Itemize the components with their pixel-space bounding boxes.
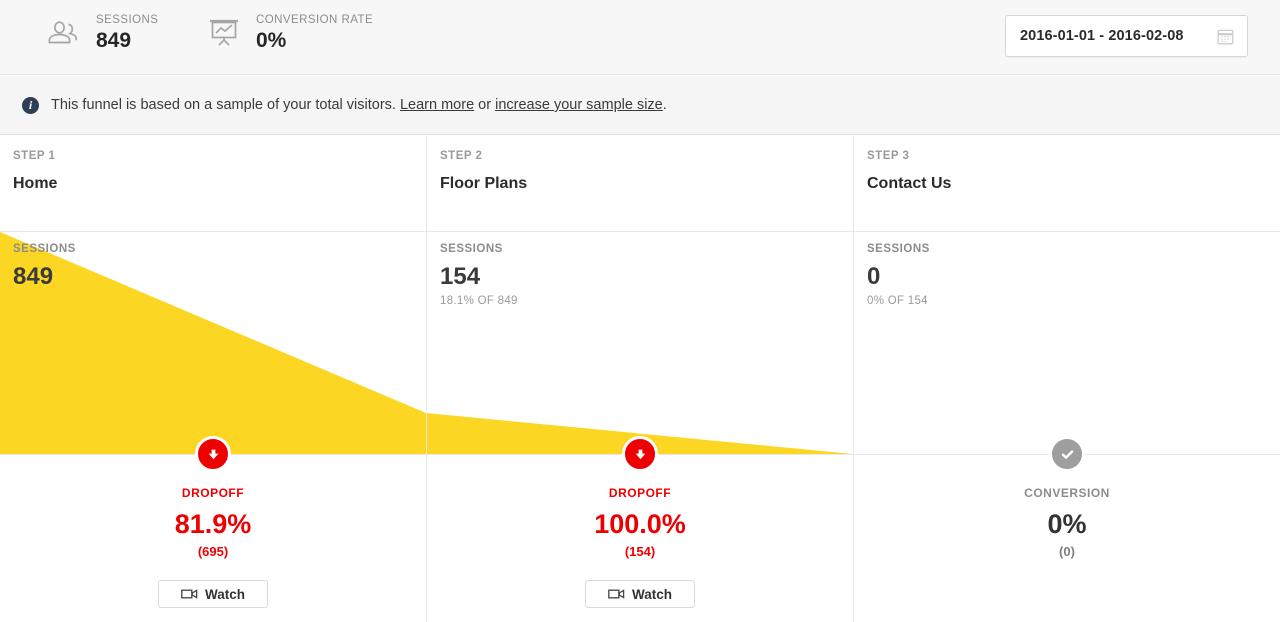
step-2-number: STEP 2: [440, 150, 483, 162]
info-icon: i: [22, 96, 39, 114]
step-3-sessions-sub: 0% OF 154: [867, 295, 928, 307]
step-2-dropoff-label: DROPOFF: [608, 486, 672, 500]
top-metrics-bar: SESSIONS 849 CONVERSION RATE 0% 2016-01-…: [0, 0, 1280, 75]
step-2-sessions-block: SESSIONS 154 18.1% OF 849: [440, 243, 518, 307]
funnel-step-3: STEP 3 Contact Us SESSIONS 0 0% OF 154 C…: [854, 136, 1280, 622]
increase-sample-size-link[interactable]: increase your sample size: [495, 97, 663, 113]
step-2-dropoff-count: (154): [624, 544, 656, 559]
step-3-conversion-percent: 0%: [1047, 509, 1087, 539]
banner-text-before: This funnel is based on a sample of your…: [51, 97, 396, 113]
date-range-value: 2016-01-01 - 2016-02-08: [1020, 28, 1184, 44]
arrow-down-icon: [622, 436, 658, 472]
step-1-watch-label: Watch: [205, 586, 245, 602]
step-1-name: Home: [13, 175, 58, 192]
metric-sessions: SESSIONS 849: [38, 10, 158, 56]
step-2-sessions-sub: 18.1% OF 849: [440, 295, 518, 307]
step-3-conversion-count: (0): [1059, 544, 1075, 559]
date-range-picker[interactable]: 2016-01-01 - 2016-02-08: [1005, 15, 1248, 57]
learn-more-link[interactable]: Learn more: [400, 97, 474, 113]
calendar-icon[interactable]: [1217, 28, 1234, 45]
step-3-header: STEP 3 Contact Us: [867, 150, 951, 193]
step-2-dropoff-block: DROPOFF 100.0% (154): [427, 436, 853, 559]
metric-conversion-rate: CONVERSION RATE 0%: [198, 10, 373, 56]
funnel-body: STEP 1 Home SESSIONS 849 DROPOFF 81.9% (…: [0, 136, 1280, 622]
step-2-dropoff-percent: 100.0%: [594, 509, 686, 539]
banner-text-after: .: [662, 97, 667, 113]
metric-conversion-label: CONVERSION RATE: [256, 13, 374, 26]
step-3-sessions-value: 0: [867, 263, 881, 290]
step-3-sessions-block: SESSIONS 0 0% OF 154: [867, 243, 930, 307]
step-1-dropoff-label: DROPOFF: [181, 486, 245, 500]
banner-text: This funnel is based on a sample of your…: [51, 96, 667, 114]
step-2-watch-button[interactable]: Watch: [585, 580, 695, 608]
step-3-name: Contact Us: [867, 175, 952, 192]
step-1-sessions-value: 849: [13, 263, 54, 290]
users-icon: [38, 10, 90, 56]
sample-info-banner: i This funnel is based on a sample of yo…: [0, 76, 1280, 135]
video-camera-icon: [608, 588, 625, 600]
funnel-step-1: STEP 1 Home SESSIONS 849 DROPOFF 81.9% (…: [0, 136, 426, 622]
step-2-sessions-value: 154: [440, 263, 481, 290]
metric-conversion-value: 0%: [256, 28, 287, 52]
step-1-sessions-block: SESSIONS 849: [13, 243, 76, 291]
funnel-step-2: STEP 2 Floor Plans SESSIONS 154 18.1% OF…: [427, 136, 853, 622]
step-3-number: STEP 3: [867, 150, 910, 162]
step-2-header: STEP 2 Floor Plans: [440, 150, 527, 193]
step-1-dropoff-count: (695): [197, 544, 229, 559]
metric-sessions-text: SESSIONS 849: [96, 13, 158, 54]
step-1-watch-button[interactable]: Watch: [158, 580, 268, 608]
step-2-sessions-label: SESSIONS: [440, 243, 503, 255]
step-2-watch-label: Watch: [632, 586, 672, 602]
chart-board-icon: [198, 10, 250, 56]
metric-sessions-value: 849: [96, 28, 132, 52]
step-1-sessions-label: SESSIONS: [13, 243, 76, 255]
step-1-dropoff-percent: 81.9%: [174, 509, 252, 539]
banner-text-or: or: [478, 97, 492, 113]
step-2-name: Floor Plans: [440, 175, 528, 192]
metric-sessions-label: SESSIONS: [96, 13, 159, 26]
step-3-conversion-label: CONVERSION: [1024, 486, 1110, 500]
arrow-down-icon: [195, 436, 231, 472]
video-camera-icon: [181, 588, 198, 600]
check-icon: [1049, 436, 1085, 472]
step-1-dropoff-block: DROPOFF 81.9% (695): [0, 436, 426, 559]
funnel-page: SESSIONS 849 CONVERSION RATE 0% 2016-01-…: [0, 0, 1280, 622]
metric-conversion-text: CONVERSION RATE 0%: [256, 13, 373, 54]
step-1-number: STEP 1: [13, 150, 56, 162]
step-3-conversion-block: CONVERSION 0% (0): [854, 436, 1280, 559]
step-1-header: STEP 1 Home: [13, 150, 57, 193]
step-3-sessions-label: SESSIONS: [867, 243, 930, 255]
